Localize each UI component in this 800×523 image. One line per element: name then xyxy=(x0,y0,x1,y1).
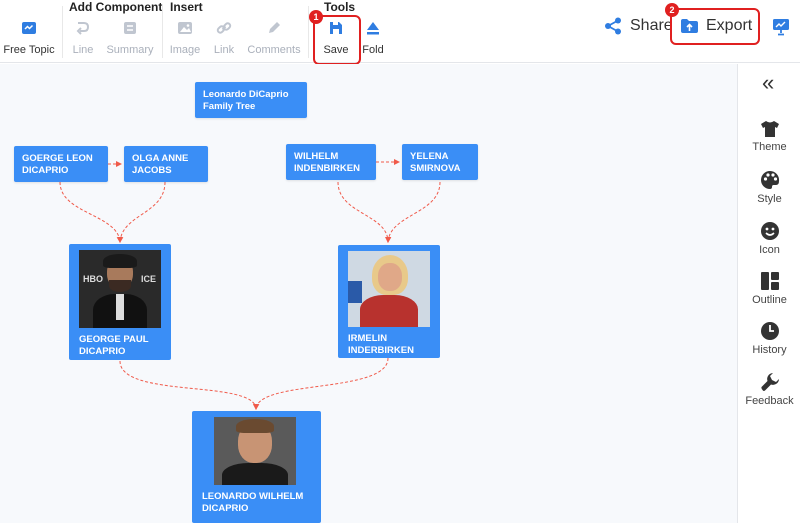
fold-label: Fold xyxy=(362,44,384,56)
free-topic-label: Free Topic xyxy=(3,44,55,56)
share-label: Share xyxy=(630,17,673,34)
export-highlight xyxy=(670,8,760,45)
image-icon xyxy=(174,17,196,39)
connector xyxy=(337,181,391,243)
summary-button[interactable]: Summary xyxy=(105,17,155,59)
summary-label: Summary xyxy=(106,44,154,56)
connector xyxy=(117,181,166,243)
sidebar-item-style[interactable]: Style xyxy=(738,170,800,205)
connector xyxy=(59,181,123,243)
toolbar: Free Topic Add Component Line Summary In… xyxy=(0,0,800,65)
line-button[interactable]: Line xyxy=(68,17,98,59)
shirt-icon xyxy=(760,120,780,138)
george-paul-caption: GEORGE PAUL DICAPRIO xyxy=(79,334,149,357)
clock-icon xyxy=(760,321,780,341)
node-wilhelm[interactable]: WILHELM INDENBIRKEN xyxy=(286,144,376,180)
style-label: Style xyxy=(757,193,782,205)
sidebar-item-theme[interactable]: Theme xyxy=(738,120,800,153)
node-olga[interactable]: OLGA ANNE JACOBS xyxy=(124,146,208,182)
free-topic-button[interactable]: Free Topic xyxy=(2,17,56,59)
comments-icon xyxy=(263,17,285,39)
mind-map-canvas[interactable]: Leonardo DiCaprio Family Tree GOERGE LEO… xyxy=(0,64,737,523)
george-paul-photo: HBO ICE xyxy=(79,250,161,328)
history-label: History xyxy=(752,344,787,356)
feedback-label: Feedback xyxy=(745,395,794,407)
toolbar-divider xyxy=(162,6,163,58)
image-button[interactable]: Image xyxy=(168,17,202,59)
connector xyxy=(253,357,389,410)
node-george-paul[interactable]: HBO ICE GEORGE PAUL DICAPRIO xyxy=(69,244,171,360)
link-icon xyxy=(213,17,235,39)
irmelin-photo xyxy=(348,251,430,327)
connector xyxy=(385,181,441,243)
leonardo-caption: LEONARDO WILHELM DICAPRIO xyxy=(202,491,304,514)
wrench-icon xyxy=(760,372,780,392)
step-2-badge: 2 xyxy=(665,3,679,17)
tools-group-label: Tools xyxy=(324,0,356,14)
free-topic-icon xyxy=(18,17,40,39)
line-label: Line xyxy=(72,44,94,56)
leonardo-photo xyxy=(214,417,296,485)
tree-title-node[interactable]: Leonardo DiCaprio Family Tree xyxy=(195,82,307,118)
comments-button[interactable]: Comments xyxy=(246,17,302,59)
fold-button[interactable]: Fold xyxy=(360,17,386,59)
presentation-button[interactable] xyxy=(772,18,790,36)
summary-icon xyxy=(119,17,141,39)
fold-icon xyxy=(362,17,384,39)
link-label: Link xyxy=(213,44,235,56)
sidebar-item-history[interactable]: History xyxy=(738,321,800,356)
collapse-panel-icon[interactable]: « xyxy=(762,72,774,94)
share-button[interactable]: Share xyxy=(604,17,673,35)
comments-label: Comments xyxy=(247,44,301,56)
step-1-badge: 1 xyxy=(309,10,323,24)
sidebar-item-feedback[interactable]: Feedback xyxy=(738,372,800,407)
image-label: Image xyxy=(169,44,201,56)
irmelin-caption: IRMELIN INDERBIRKEN xyxy=(348,333,414,356)
node-irmelin[interactable]: IRMELIN INDERBIRKEN xyxy=(338,245,440,358)
right-sidebar: « Theme Style Icon Outline History Feedb xyxy=(737,64,800,523)
icon-label: Icon xyxy=(759,244,780,256)
outline-label: Outline xyxy=(752,294,787,306)
sidebar-item-icon[interactable]: Icon xyxy=(738,221,800,256)
share-icon xyxy=(604,17,622,35)
palette-icon xyxy=(760,170,780,190)
insert-group-label: Insert xyxy=(170,0,203,14)
theme-label: Theme xyxy=(752,141,787,153)
node-george-leon[interactable]: GOERGE LEON DICAPRIO xyxy=(14,146,108,182)
outline-icon xyxy=(760,271,780,291)
toolbar-divider xyxy=(62,6,63,58)
sidebar-item-outline[interactable]: Outline xyxy=(738,271,800,306)
smiley-icon xyxy=(760,221,780,241)
connector xyxy=(119,360,259,410)
link-button[interactable]: Link xyxy=(210,17,238,59)
line-icon xyxy=(72,17,94,39)
node-yelena[interactable]: YELENA SMIRNOVA xyxy=(402,144,478,180)
node-leonardo[interactable]: LEONARDO WILHELM DICAPRIO xyxy=(192,411,321,523)
presentation-icon xyxy=(772,18,790,36)
add-component-group-label: Add Component xyxy=(69,0,163,14)
